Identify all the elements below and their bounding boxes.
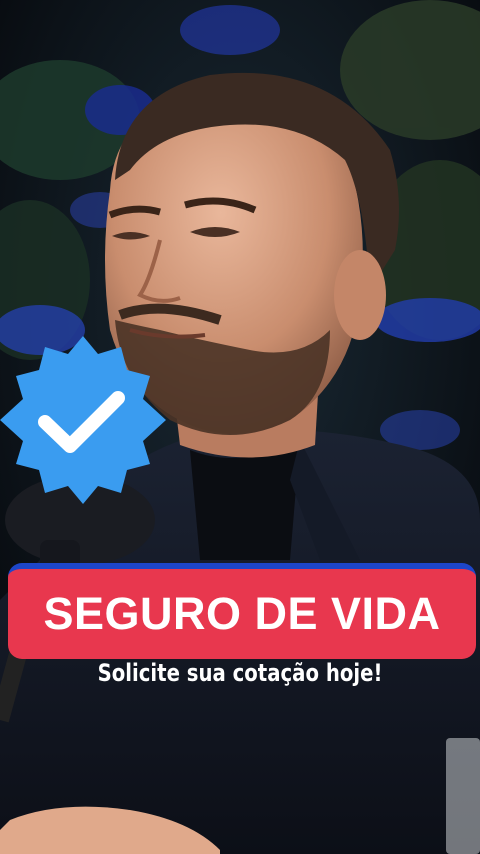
- headline-banner: SEGURO DE VIDA: [8, 563, 476, 659]
- verified-check-icon: [0, 336, 166, 504]
- ear: [334, 250, 386, 340]
- subline-text: Solicite sua cotação hoje!: [97, 659, 383, 687]
- glass: [446, 738, 480, 854]
- shirt: [190, 440, 300, 560]
- headline-text: SEGURO DE VIDA: [43, 588, 441, 639]
